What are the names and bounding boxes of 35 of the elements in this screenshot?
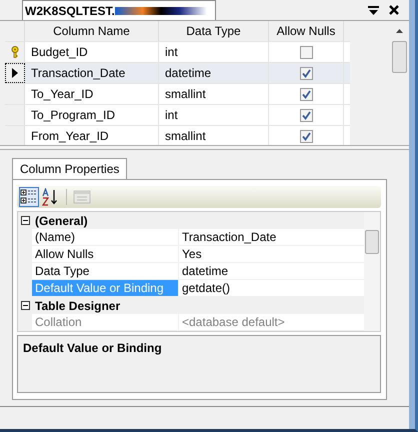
collapse-icon[interactable] — [18, 301, 32, 310]
scroll-up-icon[interactable] — [396, 29, 402, 33]
table-cell: To_Year_ID — [25, 84, 159, 104]
row-header[interactable] — [5, 63, 25, 83]
column-properties-tab[interactable]: Column Properties — [12, 158, 128, 179]
description-title: Default Value or Binding — [23, 341, 162, 355]
table-cell: To_Program_ID — [25, 105, 159, 125]
checkbox[interactable] — [300, 46, 312, 58]
category-label: Table Designer — [35, 298, 120, 312]
property-value[interactable]: datetime — [179, 263, 364, 280]
property-value[interactable]: Yes — [179, 246, 364, 263]
dropdown-icon[interactable] — [368, 6, 379, 14]
document-tab[interactable]: W2K8SQLTEST. — [22, 0, 216, 20]
table-cell: int — [159, 105, 269, 125]
collapse-icon[interactable] — [18, 216, 32, 225]
table-cell: int — [159, 42, 269, 62]
checkbox[interactable] — [300, 130, 312, 142]
table-cell: Transaction_Date — [25, 63, 159, 83]
column-header[interactable]: Column Name — [25, 21, 159, 41]
categorized-icon[interactable] — [19, 187, 39, 207]
scrollbar[interactable] — [364, 212, 380, 331]
checkbox[interactable] — [300, 108, 312, 122]
close-icon[interactable] — [389, 5, 399, 15]
row-pointer-icon — [12, 68, 18, 78]
column-header[interactable]: Allow Nulls — [269, 21, 344, 41]
property-name[interactable]: (Name) — [32, 229, 179, 246]
table-cell: smallint — [159, 84, 269, 104]
checkbox[interactable] — [300, 88, 312, 100]
checkbox[interactable] — [300, 66, 312, 80]
property-name[interactable]: Allow Nulls — [32, 246, 179, 263]
table-cell: Budget_ID — [25, 42, 159, 62]
category-label: (General) — [35, 214, 88, 228]
property-value[interactable]: Transaction_Date — [179, 229, 364, 246]
column-header[interactable]: Data Type — [159, 21, 269, 41]
table-cell: datetime — [159, 63, 269, 83]
